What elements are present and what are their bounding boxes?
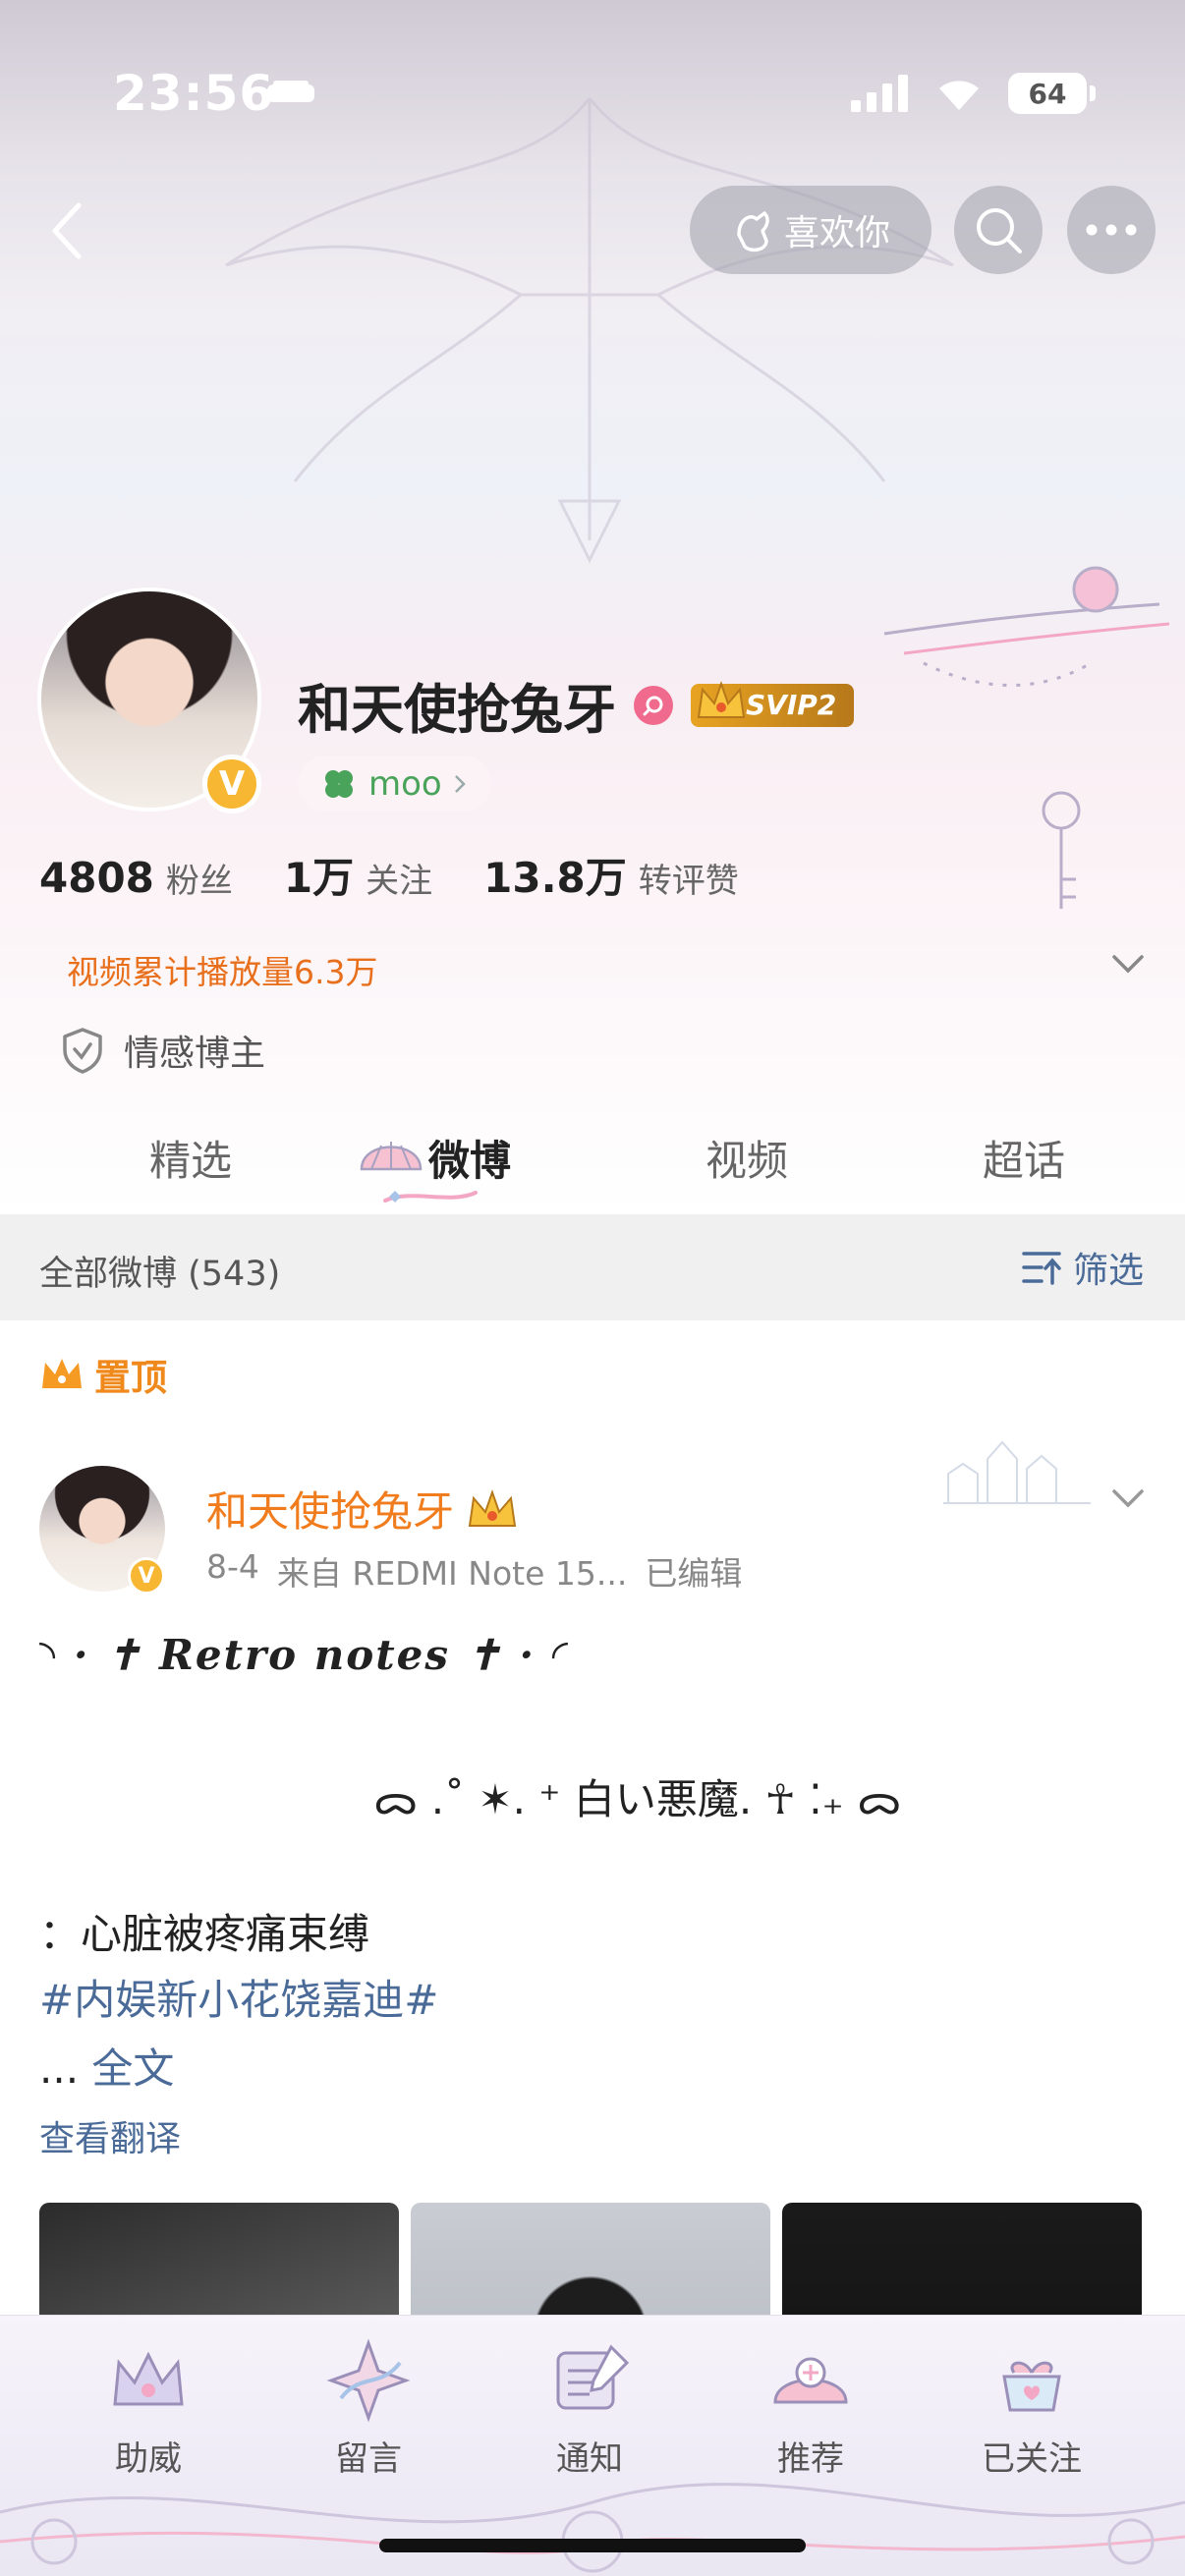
shell-tab-icon (360, 1142, 423, 1171)
nav-notification[interactable]: 通知 (516, 2333, 663, 2480)
home-indicator[interactable] (379, 2539, 806, 2552)
stat-fans-value: 4808 (39, 854, 154, 902)
profile-tag[interactable]: moo (298, 756, 491, 812)
stat-fans[interactable]: 4808 粉丝 (39, 854, 233, 902)
view-translation-link[interactable]: 查看翻译 (39, 2110, 181, 2161)
posts-filter-bar: 全部微博 (543) 筛选 (0, 1214, 1185, 1320)
crown-pin-icon (42, 1359, 82, 1388)
stat-following-value: 1万 (283, 854, 355, 902)
pinned-label: 置顶 (39, 1348, 167, 1401)
svip-badge[interactable]: SVIP2 (691, 680, 855, 727)
more-button[interactable] (1067, 186, 1156, 274)
battery-indicator: 64 (1008, 73, 1096, 114)
wifi-icon (939, 81, 979, 110)
like-you-button[interactable]: 喜欢你 (690, 186, 931, 274)
crown-icon (697, 680, 746, 718)
signal-icon (851, 75, 908, 112)
stat-following[interactable]: 1万 关注 (284, 845, 432, 905)
nav-followed[interactable]: 已关注 (958, 2333, 1105, 2480)
filter-icon (1022, 1252, 1061, 1285)
car-icon (267, 81, 314, 102)
post-edited[interactable]: 已编辑 (645, 1547, 742, 1595)
angel-wings-decoration (225, 97, 954, 564)
nav-notification-label: 通知 (556, 2439, 623, 2479)
like-you-label: 喜欢你 (783, 213, 890, 253)
search-small-icon (643, 696, 663, 715)
crown-badge-icon (468, 1488, 517, 1527)
search-button[interactable] (954, 186, 1043, 274)
back-arrow-icon (52, 202, 82, 259)
post-text-body: ：心脏被疼痛束缚 (39, 1910, 370, 1958)
tab-super-topic[interactable]: 超话 (983, 1128, 1065, 1188)
post-more-row: ... 全文 (39, 2036, 174, 2096)
blogger-category[interactable]: 情感博主 (61, 1025, 265, 1076)
post-meta: 8-4 来自 REDMI Note 15... 已编辑 (206, 1547, 742, 1595)
top-nav: 喜欢你 (0, 182, 1185, 280)
post-source[interactable]: 来自 REDMI Note 15... (277, 1547, 627, 1595)
svip-label: SVIP2 (746, 689, 837, 721)
nav-recommend[interactable]: 推荐 (737, 2333, 884, 2480)
profile-tag-label: moo (368, 764, 442, 804)
nav-cheer[interactable]: 助威 (75, 2333, 222, 2480)
filter-label: 筛选 (1072, 1251, 1144, 1291)
post-verified-badge-icon: V (128, 1557, 165, 1595)
post-date: 8-4 (206, 1547, 259, 1586)
stat-following-label: 关注 (366, 862, 433, 901)
member-badge-icon[interactable] (634, 685, 673, 725)
back-button[interactable] (29, 194, 104, 268)
nav-message-label: 留言 (335, 2439, 402, 2479)
crown-icon (113, 2351, 184, 2406)
filter-button[interactable]: 筛选 (1020, 1242, 1144, 1293)
tab-featured[interactable]: 精选 (149, 1128, 232, 1188)
tab-video[interactable]: 视频 (705, 1128, 788, 1188)
more-dots-icon (1086, 224, 1137, 236)
tab-active-indicator (383, 1191, 478, 1203)
post-ellipsis: ... (39, 2044, 92, 2093)
post-author[interactable]: 和天使抢兔牙 (206, 1479, 519, 1539)
post-text-japanese: ᯅ .˚ ✶. ⁺ 白い悪魔. ☥ ⁚₊ ᯅ (373, 1775, 902, 1823)
nav-cheer-label: 助威 (115, 2439, 182, 2479)
post-options-chevron-icon[interactable] (1108, 1484, 1148, 1513)
post-text-retro: ◝ · ✝ Retro notes ✝ · ◜ (39, 1631, 570, 1679)
clover-icon (325, 770, 353, 798)
tab-weibo[interactable]: 微博 (428, 1128, 511, 1188)
search-icon (977, 208, 1022, 253)
post-hashtag[interactable]: #内娱新小花饶嘉迪# (39, 1967, 438, 2027)
stat-fans-label: 粉丝 (165, 862, 233, 901)
hand-heart-icon (737, 211, 769, 252)
video-play-count: 视频累计播放量6.3万 (67, 953, 378, 991)
followed-icon (1002, 2361, 1061, 2412)
bottom-nav: 助威 留言 通知 推荐 已关注 (0, 2315, 1185, 2576)
nav-recommend-label: 推荐 (777, 2439, 844, 2479)
castle-decoration (943, 1440, 1091, 1504)
profile-stats: 4808 粉丝 1万 关注 13.8万 转评赞 (39, 845, 790, 905)
all-posts-count: 全部微博 (543) (39, 1255, 281, 1294)
pinned-text: 置顶 (94, 1357, 167, 1399)
expand-chevron-icon[interactable] (1108, 949, 1148, 979)
nav-followed-label: 已关注 (982, 2439, 1082, 2479)
status-time: 23:56 (113, 65, 275, 122)
magic-key-decoration (883, 566, 1170, 909)
profile-tabs: 精选 微博 视频 超话 (0, 1098, 1185, 1214)
message-icon (326, 2338, 411, 2423)
stat-interactions[interactable]: 13.8万 转评赞 (483, 845, 739, 905)
verified-badge-icon: V (202, 755, 261, 813)
stat-interactions-label: 转评赞 (638, 862, 739, 901)
profile-name-row: 和天使抢兔牙 SVIP2 (298, 666, 855, 744)
shield-check-icon (63, 1028, 102, 1074)
status-bar: 23:56 64 (0, 59, 1185, 138)
post-author-name: 和天使抢兔牙 (206, 1487, 455, 1536)
notification-icon (556, 2344, 630, 2410)
stat-interactions-value: 13.8万 (483, 854, 627, 902)
recommend-icon (773, 2357, 848, 2404)
chevron-right-icon (454, 775, 466, 793)
post-full-text-link[interactable]: 全文 (91, 2044, 174, 2093)
blogger-category-label: 情感博主 (124, 1034, 266, 1074)
nav-message[interactable]: 留言 (295, 2333, 442, 2480)
profile-username: 和天使抢兔牙 (298, 679, 616, 741)
